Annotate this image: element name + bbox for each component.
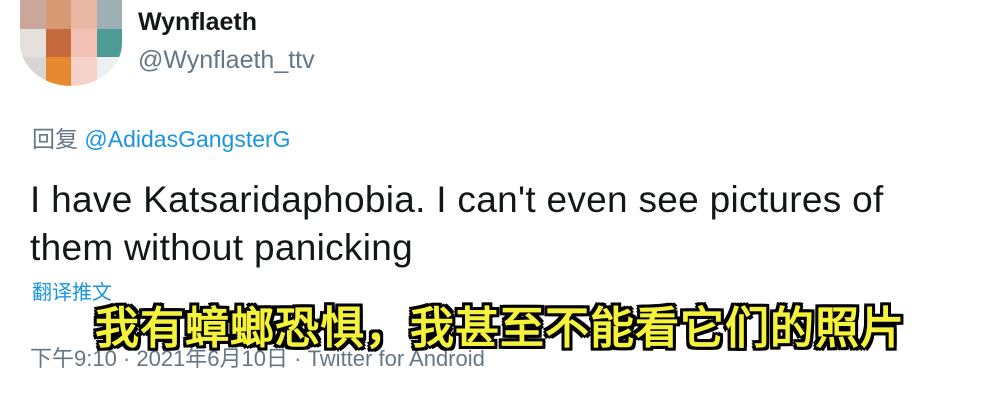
avatar-pixel [71, 57, 97, 86]
display-name[interactable]: Wynflaeth [138, 8, 257, 37]
reply-mention-link[interactable]: @AdidasGangsterG [84, 126, 290, 152]
avatar-pixel [96, 28, 122, 58]
video-subtitle: 我有蟑螂恐惧，我甚至不能看它们的照片 [95, 303, 905, 354]
avatar-pixel [45, 28, 71, 58]
avatar-pixel [45, 0, 71, 29]
avatar-pixel [96, 0, 122, 29]
avatar-pixel [20, 0, 46, 29]
avatar-pixel [20, 28, 46, 58]
avatar[interactable] [20, 0, 122, 86]
tweet-text: I have Katsaridaphobia. I can't even see… [30, 179, 884, 268]
reply-to-line: 回复 @AdidasGangsterG [32, 120, 291, 154]
avatar-pixel [20, 57, 46, 86]
avatar-pixel [71, 28, 97, 58]
user-handle[interactable]: @Wynflaeth_ttv [138, 46, 315, 75]
avatar-pixel [45, 57, 71, 86]
avatar-pixel [96, 57, 122, 86]
reply-prefix: 回复 [32, 126, 78, 152]
avatar-pixel [71, 0, 97, 29]
